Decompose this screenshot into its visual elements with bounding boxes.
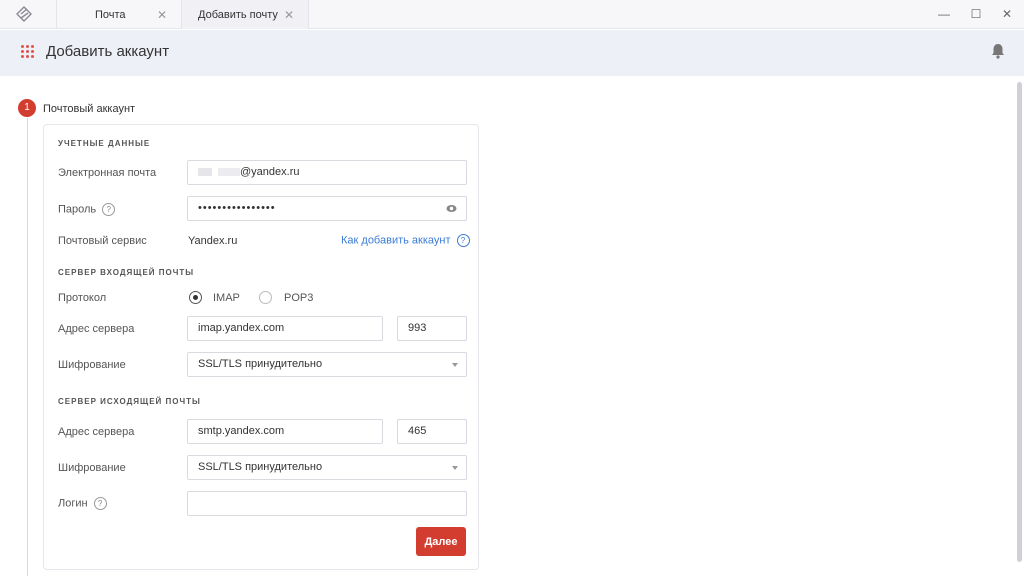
section-title-outgoing: СЕРВЕР ИСХОДЯЩЕЙ ПОЧТЫ (58, 397, 201, 406)
section-title-credentials: УЧЕТНЫЕ ДАННЫЕ (58, 139, 151, 148)
incoming-port-field[interactable]: 993 (397, 316, 467, 341)
email-field[interactable]: @yandex.ru (187, 160, 467, 185)
maximize-button[interactable]: ☐ (969, 7, 983, 21)
eye-icon[interactable] (446, 204, 457, 213)
tab-close-icon[interactable]: ✕ (157, 8, 167, 22)
app-logo-icon (16, 6, 32, 22)
account-form-card: УЧЕТНЫЕ ДАННЫЕ Электронная почта @yandex… (43, 124, 479, 570)
password-field[interactable]: •••••••••••••••• (187, 196, 467, 221)
bell-icon[interactable] (990, 42, 1006, 60)
protocol-label: Протокол (58, 292, 107, 304)
email-label: Электронная почта (58, 167, 157, 179)
service-label: Почтовый сервис (58, 235, 147, 247)
redacted-block (218, 168, 240, 177)
incoming-server-label: Адрес сервера (58, 323, 135, 335)
page-title: Добавить аккаунт (46, 43, 170, 60)
step-number-badge: 1 (18, 99, 36, 117)
title-bar: Почта ✕ Добавить почту ✕ — ☐ ✕ (0, 0, 1024, 29)
password-value: •••••••••••••••• (198, 202, 276, 214)
outgoing-server-field[interactable]: smtp.yandex.com (187, 419, 383, 444)
help-icon[interactable]: ? (93, 497, 107, 510)
select-value: SSL/TLS принудительно (198, 461, 323, 473)
chevron-down-icon (452, 466, 458, 470)
tab-label: Добавить почту (198, 9, 278, 21)
section-title-incoming: СЕРВЕР ВХОДЯЩЕЙ ПОЧТЫ (58, 268, 195, 277)
protocol-option-imap[interactable]: IMAP (213, 292, 240, 304)
next-button[interactable]: Далее (416, 527, 466, 556)
outgoing-server-label: Адрес сервера (58, 426, 135, 438)
login-label: Логин (58, 497, 88, 510)
incoming-server-field[interactable]: imap.yandex.com (187, 316, 383, 341)
tab-close-icon[interactable]: ✕ (284, 8, 294, 22)
grid-icon[interactable] (21, 45, 35, 59)
incoming-encryption-select[interactable]: SSL/TLS принудительно (187, 352, 467, 377)
link-text: Как добавить аккаунт (341, 234, 451, 247)
incoming-encryption-label: Шифрование (58, 359, 126, 371)
protocol-option-pop3[interactable]: POP3 (284, 292, 313, 304)
page-header: Добавить аккаунт (0, 30, 1024, 76)
service-value: Yandex.ru (188, 235, 238, 247)
tab-mail[interactable]: Почта ✕ (56, 0, 182, 29)
protocol-radio-pop3[interactable] (259, 291, 272, 304)
tab-label: Почта (95, 9, 126, 21)
select-value: SSL/TLS принудительно (198, 358, 323, 370)
help-icon[interactable]: ? (102, 203, 116, 216)
redacted-block (198, 168, 212, 177)
close-window-button[interactable]: ✕ (1000, 7, 1014, 21)
minimize-button[interactable]: — (937, 7, 951, 21)
password-label-row: Пароль? (58, 203, 116, 216)
outgoing-encryption-label: Шифрование (58, 462, 126, 474)
outgoing-encryption-select[interactable]: SSL/TLS принудительно (187, 455, 467, 480)
outgoing-port-field[interactable]: 465 (397, 419, 467, 444)
password-label: Пароль (58, 203, 97, 216)
protocol-radio-imap[interactable] (189, 291, 202, 304)
scrollbar[interactable] (1016, 76, 1024, 576)
step-line (27, 118, 28, 576)
tab-add-mail[interactable]: Добавить почту ✕ (182, 0, 309, 29)
step-title: Почтовый аккаунт (43, 103, 136, 115)
how-to-add-account-link[interactable]: Как добавить аккаунт? (341, 234, 470, 247)
scrollbar-thumb[interactable] (1017, 82, 1022, 562)
help-icon: ? (456, 234, 470, 247)
chevron-down-icon (452, 363, 458, 367)
login-label-row: Логин? (58, 497, 107, 510)
login-field[interactable] (187, 491, 467, 516)
email-domain: @yandex.ru (240, 166, 300, 178)
